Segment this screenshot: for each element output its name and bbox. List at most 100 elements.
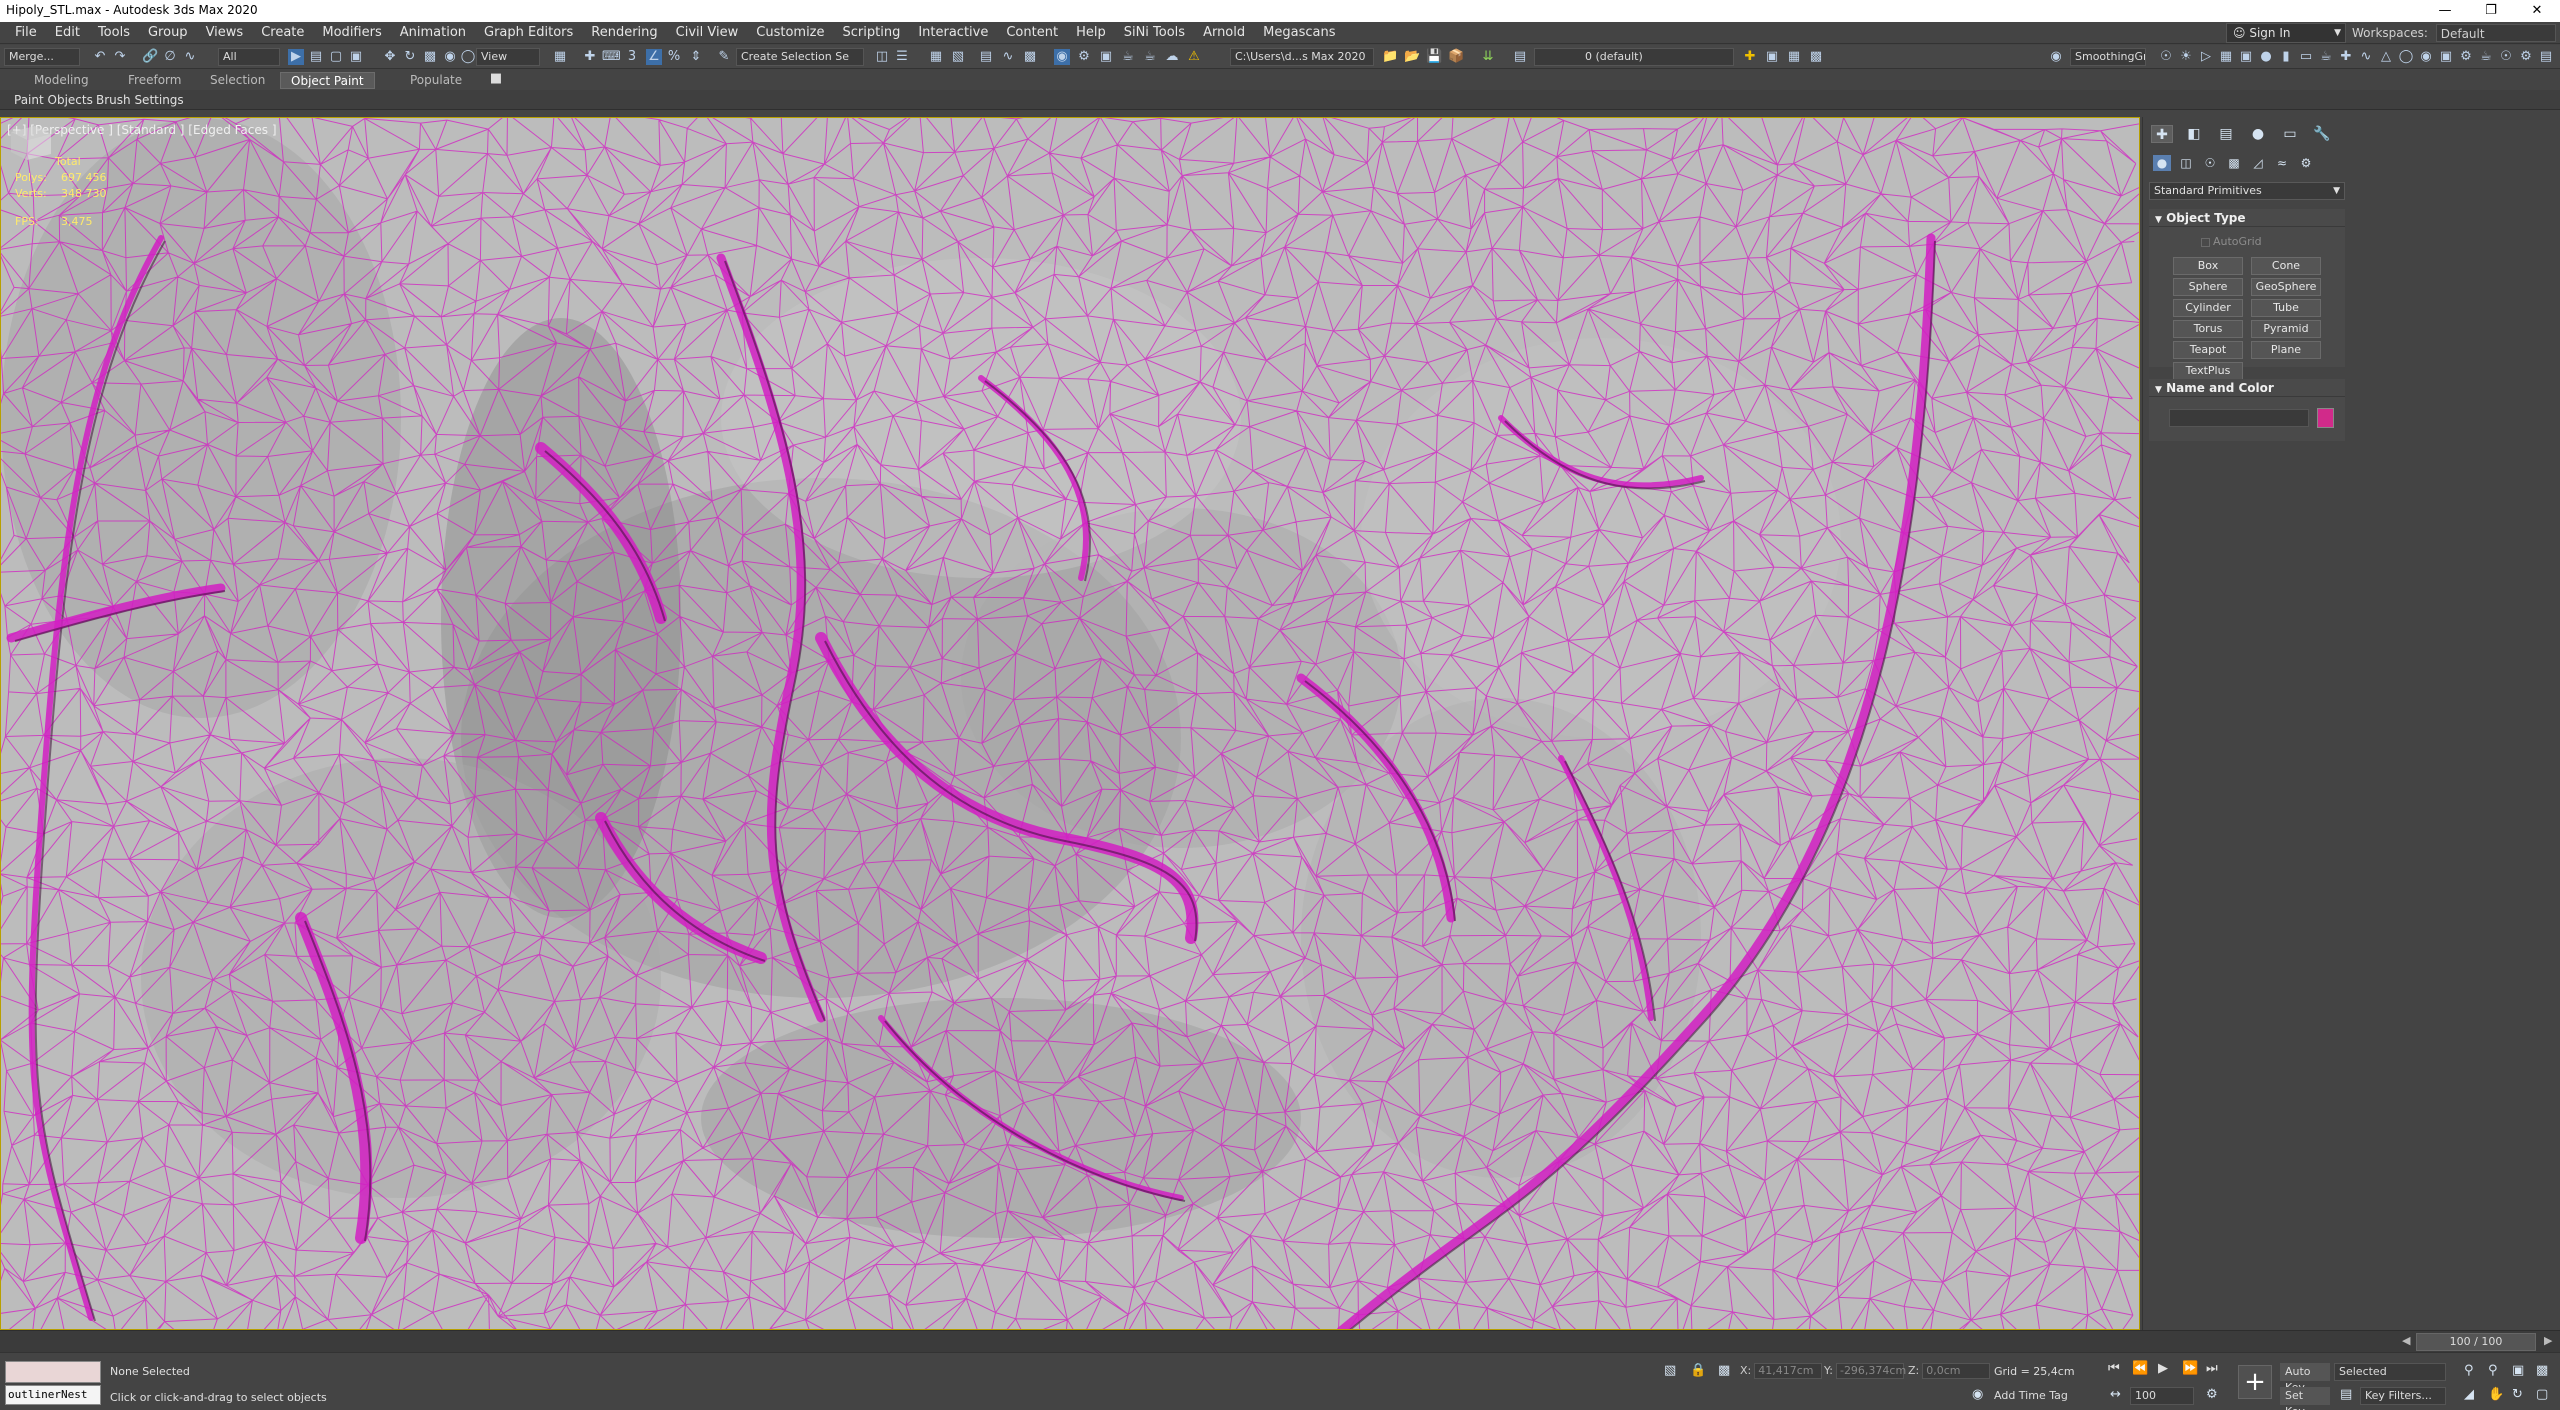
object-type-header[interactable]: ▼ Object Type	[2149, 209, 2345, 227]
maximize-viewport-icon[interactable]: ▢	[2536, 1387, 2548, 1402]
rendered-frame-window-icon[interactable]: ▣	[1098, 49, 1114, 65]
bulb-icon[interactable]: ☉	[2498, 49, 2514, 65]
link-icon[interactable]: 🔗	[142, 49, 158, 65]
zoom-extents-all-icon[interactable]: ▩	[2536, 1363, 2548, 1378]
smoothing-groups-button[interactable]: SmoothingGr	[2070, 48, 2146, 66]
torus-button[interactable]: Torus	[2173, 320, 2243, 338]
time-slider[interactable]: 100 / 100	[2416, 1333, 2536, 1351]
layer-dropdown[interactable]: 0 (default)	[1534, 48, 1734, 66]
cylinder-icon[interactable]: ▮	[2278, 49, 2294, 65]
plane-icon[interactable]: ▭	[2298, 49, 2314, 65]
unlink-icon[interactable]: ∅	[162, 49, 178, 65]
sun-icon[interactable]: ☀	[2178, 49, 2194, 65]
named-selection-set[interactable]: Create Selection Se	[736, 48, 864, 66]
systems-icon[interactable]: ⚙	[2297, 155, 2315, 171]
menu-animation[interactable]: Animation	[391, 22, 475, 44]
ribbon-options-icon[interactable]: ■	[488, 71, 504, 87]
snaps-icon[interactable]: 3	[624, 49, 640, 65]
hierarchy-icon[interactable]: ◯	[2398, 49, 2414, 65]
layer-manager-icon[interactable]: ▤	[1512, 49, 1528, 65]
archive-icon[interactable]: 📦	[1448, 49, 1464, 65]
paint-objects-tab[interactable]: Paint Objects	[14, 92, 93, 108]
render-iterative-icon[interactable]: ☕	[1142, 49, 1158, 65]
pyramid-button[interactable]: Pyramid	[2251, 320, 2321, 338]
shapes-icon[interactable]: ◫	[2177, 155, 2195, 171]
percent-snap-icon[interactable]: %	[666, 49, 682, 65]
previous-frame-icon[interactable]: ⏪	[2132, 1361, 2148, 1376]
menu-tools[interactable]: Tools	[89, 22, 139, 44]
toggle-layer-explorer-icon[interactable]: ▧	[950, 49, 966, 65]
maxscript-listener[interactable]	[5, 1361, 101, 1383]
orbit-icon[interactable]: ↻	[2512, 1387, 2523, 1402]
display-tab-icon[interactable]: ▭	[2279, 125, 2301, 143]
set-keys-button[interactable]: +	[2238, 1365, 2272, 1399]
layer-properties-icon[interactable]: ▩	[1808, 49, 1824, 65]
menu-file[interactable]: File	[6, 22, 46, 44]
plane-button[interactable]: Plane	[2251, 341, 2321, 359]
menu-edit[interactable]: Edit	[46, 22, 89, 44]
ribbon-tab-selection[interactable]: Selection	[200, 72, 275, 89]
keyboard-shortcut-icon[interactable]: ⌨	[602, 49, 621, 65]
cone-button[interactable]: Cone	[2251, 257, 2321, 275]
brush-settings-tab[interactable]: Brush Settings	[96, 92, 184, 108]
autogrid-checkbox[interactable]: AutoGrid	[2201, 235, 2262, 248]
object-category-dropdown[interactable]: Standard Primitives ▼	[2149, 182, 2345, 200]
add-to-layer-icon[interactable]: ▣	[1764, 49, 1780, 65]
menu-content[interactable]: Content	[997, 22, 1067, 44]
menu-arnold[interactable]: Arnold	[1194, 22, 1254, 44]
ribbon-tab-populate[interactable]: Populate	[400, 72, 472, 89]
geosphere-button[interactable]: GeoSphere	[2251, 278, 2321, 296]
ref-coord-system[interactable]: View	[476, 48, 540, 66]
key-mode-icon[interactable]: ⚙	[2206, 1387, 2218, 1402]
perspective-viewport[interactable]: [+] [Perspective ] [Standard ] [Edged Fa…	[0, 117, 2140, 1330]
create-tab-icon[interactable]: ✚	[2151, 125, 2173, 143]
mirror-icon[interactable]: ◫	[874, 49, 890, 65]
set-key-button[interactable]: Set Key	[2280, 1387, 2330, 1410]
key-filter-icon[interactable]: ▤	[2340, 1387, 2352, 1402]
rotate-icon[interactable]: ↻	[402, 49, 418, 65]
box-button[interactable]: Box	[2173, 257, 2243, 275]
lights-icon[interactable]: ☉	[2201, 155, 2219, 171]
time-tag-icon[interactable]: ◉	[1972, 1387, 1983, 1402]
go-to-start-icon[interactable]: ⏮	[2108, 1361, 2120, 1376]
menu-views[interactable]: Views	[197, 22, 253, 44]
y-field[interactable]: -296,374cm	[1835, 1363, 1906, 1379]
window-crossing-icon[interactable]: ▣	[348, 49, 364, 65]
absolute-mode-icon[interactable]: ▩	[1718, 1363, 1730, 1378]
spline-icon[interactable]: ∿	[2358, 49, 2374, 65]
display-icon[interactable]: ▣	[2438, 49, 2454, 65]
render-icon[interactable]: ☕	[2478, 49, 2494, 65]
sphere-icon[interactable]: ●	[2258, 49, 2274, 65]
z-field[interactable]: 0,0cm	[1922, 1363, 1991, 1379]
name-color-header[interactable]: ▼ Name and Color	[2149, 379, 2345, 397]
modifier-icon[interactable]: △	[2378, 49, 2394, 65]
sphere-button[interactable]: Sphere	[2173, 278, 2243, 296]
menu-civil-view[interactable]: Civil View	[667, 22, 748, 44]
ribbon-tab-modeling[interactable]: Modeling	[24, 72, 99, 89]
helpers-icon[interactable]: ◿	[2249, 155, 2267, 171]
render-setup-icon[interactable]: ⚙	[1076, 49, 1092, 65]
select-manipulate-icon[interactable]: ✚	[582, 49, 598, 65]
menu-create[interactable]: Create	[252, 22, 313, 44]
menu-scripting[interactable]: Scripting	[834, 22, 910, 44]
sign-in-dropdown[interactable]: ☺ Sign In ▼	[2226, 23, 2346, 43]
menu-graph-editors[interactable]: Graph Editors	[475, 22, 582, 44]
autodesk-a360-icon[interactable]: ◉	[2048, 49, 2064, 65]
menu-rendering[interactable]: Rendering	[582, 22, 666, 44]
project-folder-icon[interactable]: 📂	[1404, 49, 1420, 65]
utilities-icon[interactable]: ⚙	[2458, 49, 2474, 65]
selection-lock-icon[interactable]: 🔒	[1690, 1363, 1706, 1378]
workspace-select[interactable]: Default	[2435, 24, 2556, 42]
menu-help[interactable]: Help	[1067, 22, 1115, 44]
project-folder[interactable]: C:\Users\d...s Max 2020	[1230, 48, 1374, 66]
redo-icon[interactable]: ↷	[112, 49, 128, 65]
bind-space-warp-icon[interactable]: ∿	[182, 49, 198, 65]
save-project-icon[interactable]: 💾	[1426, 49, 1442, 65]
angle-snap-icon[interactable]: ∠	[646, 49, 662, 65]
zoom-icon[interactable]: ⚲	[2464, 1363, 2474, 1378]
menu-group[interactable]: Group	[139, 22, 197, 44]
key-filters-button[interactable]: Key Filters...	[2360, 1387, 2446, 1405]
close-button[interactable]: ✕	[2514, 0, 2560, 22]
motion-tab-icon[interactable]: ●	[2247, 125, 2269, 143]
merge-button[interactable]: Merge...	[4, 48, 80, 66]
